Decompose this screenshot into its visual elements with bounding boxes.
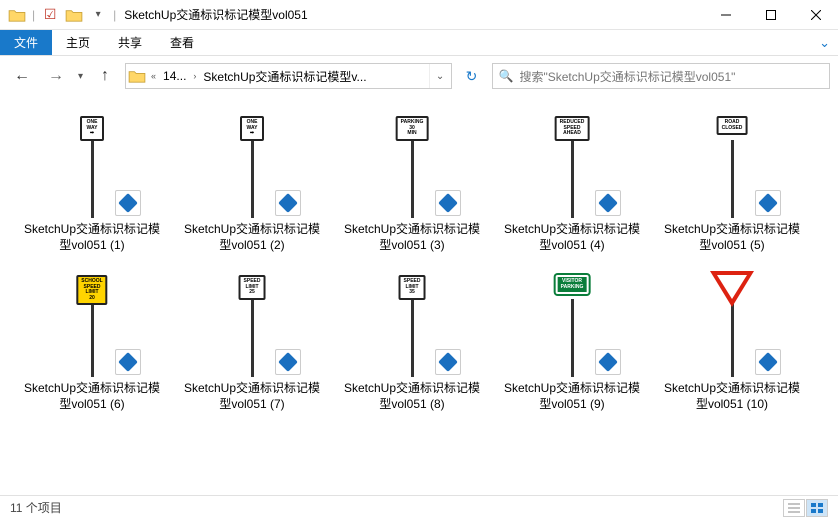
file-item[interactable]: SPEED LIMIT 25 SketchUp交通标识标记模型vol051 (7)	[174, 265, 330, 416]
thumbnails-view-button[interactable]	[806, 499, 828, 517]
file-thumbnail: ROAD CLOSED	[677, 110, 787, 220]
breadcrumb-segment[interactable]: 14...	[159, 69, 190, 83]
file-thumbnail: VISITOR PARKING	[517, 269, 627, 379]
sketchup-file-icon	[275, 190, 301, 216]
traffic-sign-icon: REDUCED SPEED AHEAD	[555, 116, 590, 141]
file-label: SketchUp交通标识标记模型vol051 (2)	[178, 220, 326, 253]
file-item[interactable]: PARKING 30 MIN SketchUp交通标识标记模型vol051 (3)	[334, 106, 490, 257]
item-count: 11 个项目	[10, 499, 62, 516]
file-thumbnail: REDUCED SPEED AHEAD	[517, 110, 627, 220]
forward-button[interactable]: →	[42, 62, 70, 90]
file-label: SketchUp交通标识标记模型vol051 (7)	[178, 379, 326, 412]
file-label: SketchUp交通标识标记模型vol051 (10)	[658, 379, 806, 412]
details-view-button[interactable]	[783, 499, 805, 517]
file-thumbnail	[677, 269, 787, 379]
folder-icon	[6, 4, 28, 26]
file-thumbnail: SPEED LIMIT 35	[357, 269, 467, 379]
file-item[interactable]: ONE WAY ➡ SketchUp交通标识标记模型vol051 (2)	[174, 106, 330, 257]
file-label: SketchUp交通标识标记模型vol051 (6)	[18, 379, 166, 412]
sketchup-file-icon	[755, 190, 781, 216]
file-thumbnail: SCHOOL SPEED LIMIT 20	[37, 269, 147, 379]
file-label: SketchUp交通标识标记模型vol051 (5)	[658, 220, 806, 253]
sketchup-file-icon	[435, 190, 461, 216]
traffic-sign-icon: ONE WAY ➡	[80, 116, 104, 141]
chevron-right-icon[interactable]: «	[148, 71, 159, 81]
file-item[interactable]: SCHOOL SPEED LIMIT 20 SketchUp交通标识标记模型vol…	[14, 265, 170, 416]
file-item[interactable]: REDUCED SPEED AHEAD SketchUp交通标识标记模型vol05…	[494, 106, 650, 257]
file-thumbnail: ONE WAY ➡	[37, 110, 147, 220]
traffic-sign-icon: VISITOR PARKING	[556, 275, 589, 294]
back-button[interactable]: ←	[8, 62, 36, 90]
address-bar[interactable]: « 14... › SketchUp交通标识标记模型v... ⌄	[125, 63, 451, 89]
sketchup-file-icon	[755, 349, 781, 375]
file-thumbnail: PARKING 30 MIN	[357, 110, 467, 220]
ribbon-tabs: 文件 主页 共享 查看 ⌄	[0, 30, 838, 56]
search-box[interactable]: 🔍 搜索"SketchUp交通标识标记模型vol051"	[492, 63, 830, 89]
tab-home[interactable]: 主页	[52, 30, 104, 55]
file-label: SketchUp交通标识标记模型vol051 (4)	[498, 220, 646, 253]
window-title: SketchUp交通标识标记模型vol051	[124, 6, 307, 23]
search-icon: 🔍	[499, 69, 514, 83]
titlebar: | ☑ ▾ | SketchUp交通标识标记模型vol051	[0, 0, 838, 30]
traffic-sign-icon: PARKING 30 MIN	[396, 116, 429, 141]
history-dropdown-icon[interactable]: ▾	[76, 71, 85, 82]
window-controls	[703, 0, 838, 30]
separator: |	[113, 8, 116, 22]
close-button[interactable]	[793, 0, 838, 30]
file-grid: ONE WAY ➡SketchUp交通标识标记模型vol051 (1)ONE W…	[0, 96, 838, 495]
file-label: SketchUp交通标识标记模型vol051 (8)	[338, 379, 486, 412]
address-dropdown-icon[interactable]: ⌄	[429, 64, 451, 88]
status-bar: 11 个项目	[0, 495, 838, 519]
maximize-button[interactable]	[748, 0, 793, 30]
tab-file[interactable]: 文件	[0, 30, 52, 55]
traffic-sign-icon: SCHOOL SPEED LIMIT 20	[76, 275, 107, 305]
traffic-sign-icon: ROAD CLOSED	[717, 116, 748, 135]
file-item[interactable]: ROAD CLOSED SketchUp交通标识标记模型vol051 (5)	[654, 106, 810, 257]
breadcrumb-segment[interactable]: SketchUp交通标识标记模型v...	[199, 68, 370, 85]
tab-view[interactable]: 查看	[156, 30, 208, 55]
qat-dropdown-icon[interactable]: ▾	[87, 4, 109, 26]
traffic-sign-icon: SPEED LIMIT 35	[399, 275, 426, 300]
quick-access-toolbar: | ☑ ▾ | SketchUp交通标识标记模型vol051	[0, 4, 308, 26]
file-item[interactable]: ONE WAY ➡ SketchUp交通标识标记模型vol051 (1)	[14, 106, 170, 257]
sketchup-file-icon	[115, 190, 141, 216]
sketchup-file-icon	[595, 190, 621, 216]
checkbox-checked-icon[interactable]: ☑	[39, 4, 61, 26]
file-item[interactable]: VISITOR PARKING SketchUp交通标识标记模型vol051 (9…	[494, 265, 650, 416]
chevron-right-icon[interactable]: ›	[190, 71, 199, 81]
sketchup-file-icon	[435, 349, 461, 375]
traffic-sign-icon: SPEED LIMIT 25	[239, 275, 266, 300]
tab-share[interactable]: 共享	[104, 30, 156, 55]
sketchup-file-icon	[115, 349, 141, 375]
folder-icon	[126, 66, 148, 86]
file-thumbnail: SPEED LIMIT 25	[197, 269, 307, 379]
file-label: SketchUp交通标识标记模型vol051 (1)	[18, 220, 166, 253]
separator: |	[32, 8, 35, 22]
traffic-sign-icon: ONE WAY ➡	[240, 116, 264, 141]
file-item[interactable]: SketchUp交通标识标记模型vol051 (10)	[654, 265, 810, 416]
navigation-bar: ← → ▾ ↑ « 14... › SketchUp交通标识标记模型v... ⌄…	[0, 56, 838, 96]
file-item[interactable]: SPEED LIMIT 35 SketchUp交通标识标记模型vol051 (8)	[334, 265, 490, 416]
ribbon-expand-button[interactable]: ⌄	[811, 30, 838, 55]
file-label: SketchUp交通标识标记模型vol051 (9)	[498, 379, 646, 412]
minimize-button[interactable]	[703, 0, 748, 30]
folder-small-icon[interactable]	[63, 4, 85, 26]
sketchup-file-icon	[595, 349, 621, 375]
file-thumbnail: ONE WAY ➡	[197, 110, 307, 220]
file-label: SketchUp交通标识标记模型vol051 (3)	[338, 220, 486, 253]
refresh-button[interactable]: ↻	[458, 63, 486, 89]
yield-sign-icon	[710, 271, 754, 307]
search-placeholder: 搜索"SketchUp交通标识标记模型vol051"	[519, 68, 735, 85]
up-button[interactable]: ↑	[91, 62, 119, 90]
sketchup-file-icon	[275, 349, 301, 375]
